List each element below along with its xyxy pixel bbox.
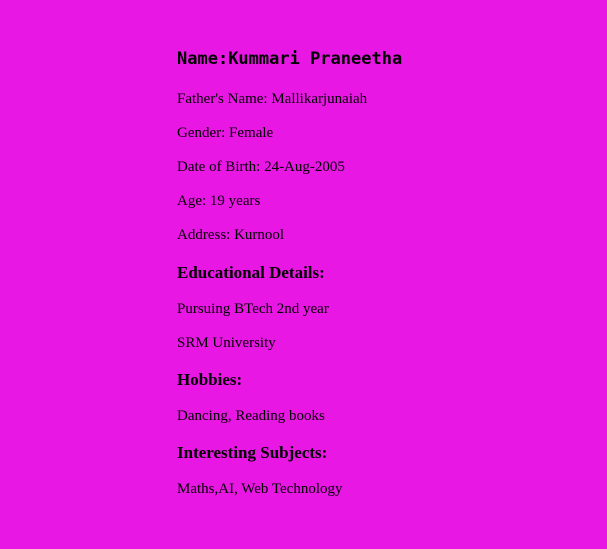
page-background: Name:Kummari Praneetha Father's Name: Ma… — [0, 0, 607, 549]
subjects-heading: Interesting Subjects: — [177, 443, 328, 462]
address: Address: Kurnool — [177, 227, 285, 243]
education-course: Pursuing BTech 2nd year — [177, 301, 329, 317]
name-label: Name: — [177, 49, 229, 69]
hobbies-list: Dancing, Reading books — [177, 408, 325, 424]
education-heading: Educational Details: — [177, 263, 325, 282]
education-university: SRM University — [177, 335, 276, 351]
date-of-birth: Date of Birth: 24-Aug-2005 — [177, 159, 345, 175]
father-name: Father's Name: Mallikarjunaiah — [177, 91, 368, 107]
gender: Gender: Female — [177, 125, 274, 141]
profile-content: Name:Kummari Praneetha Father's Name: Ma… — [177, 47, 597, 499]
age: Age: 19 years — [177, 193, 261, 209]
hobbies-heading: Hobbies: — [177, 370, 243, 389]
name-heading: Name:Kummari Praneetha — [177, 47, 597, 71]
subjects-list: Maths,AI, Web Technology — [177, 481, 343, 497]
name-value: Kummari Praneetha — [228, 49, 403, 69]
